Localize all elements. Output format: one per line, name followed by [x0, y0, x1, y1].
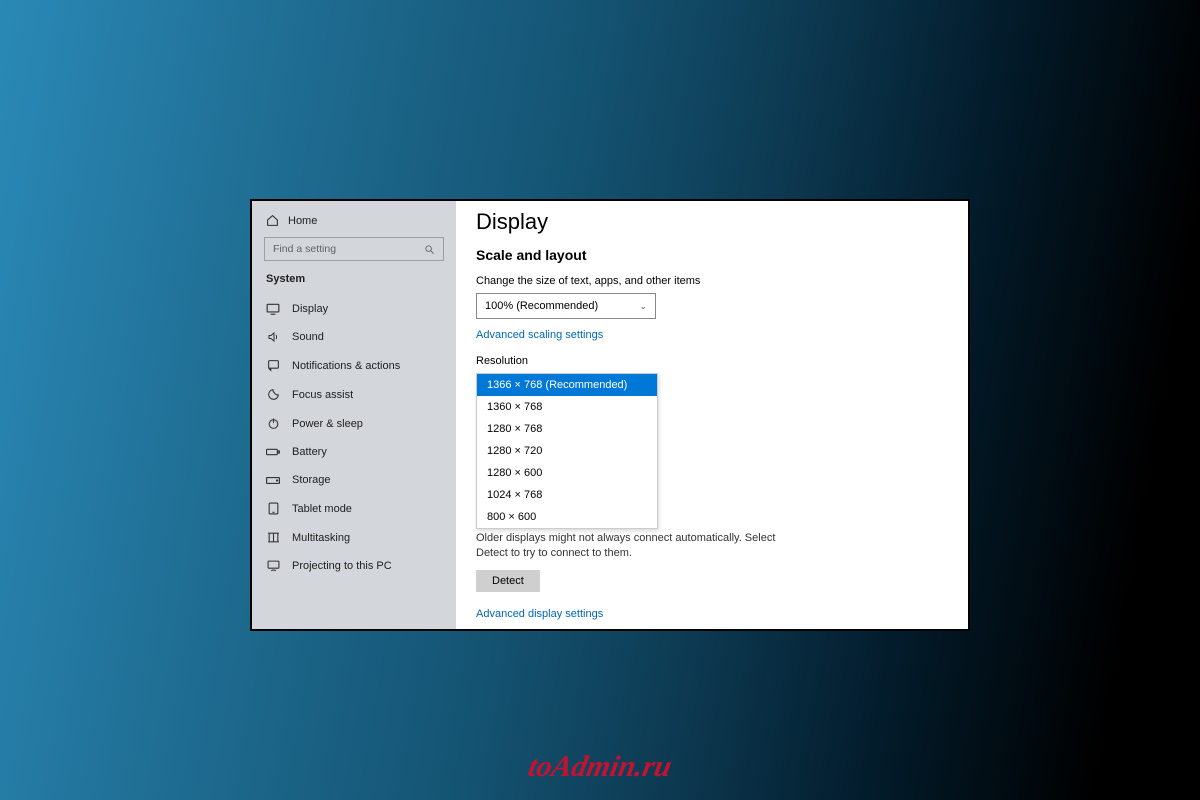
nav-list: Display Sound Notifications & actions Fo…: [252, 295, 456, 580]
sidebar-item-label: Notifications & actions: [292, 360, 400, 372]
sidebar-item-battery[interactable]: Battery: [252, 438, 456, 466]
multitask-icon: [266, 531, 280, 544]
resolution-option[interactable]: 1024 × 768: [477, 484, 657, 506]
storage-icon: [266, 476, 280, 485]
scale-value: 100% (Recommended): [485, 300, 598, 312]
display-icon: [266, 303, 280, 315]
sidebar-item-label: Focus assist: [292, 389, 353, 401]
watermark: toAdmin.ru: [525, 750, 675, 784]
battery-icon: [266, 447, 280, 457]
projecting-icon: [266, 560, 280, 572]
settings-window: Home Find a setting System Display Sound: [250, 199, 970, 631]
sidebar-item-label: Battery: [292, 446, 327, 458]
resolution-dropdown[interactable]: 1366 × 768 (Recommended) 1360 × 768 1280…: [476, 373, 658, 529]
sidebar-item-notifications[interactable]: Notifications & actions: [252, 351, 456, 380]
sidebar-item-storage[interactable]: Storage: [252, 466, 456, 494]
advanced-scaling-link[interactable]: Advanced scaling settings: [476, 329, 944, 341]
sidebar-item-label: Projecting to this PC: [292, 560, 392, 572]
section-subtitle: Scale and layout: [476, 247, 944, 263]
scale-label: Change the size of text, apps, and other…: [476, 275, 944, 287]
focus-icon: [266, 388, 280, 401]
sidebar-item-focus[interactable]: Focus assist: [252, 380, 456, 409]
chevron-down-icon: ⌄: [639, 301, 647, 312]
sidebar-item-display[interactable]: Display: [252, 295, 456, 323]
notifications-icon: [266, 359, 280, 372]
resolution-option[interactable]: 1366 × 768 (Recommended): [477, 374, 657, 396]
search-placeholder: Find a setting: [273, 243, 336, 255]
sidebar-item-label: Power & sleep: [292, 418, 363, 430]
sidebar-item-tablet[interactable]: Tablet mode: [252, 494, 456, 523]
resolution-option[interactable]: 800 × 600: [477, 506, 657, 528]
sound-icon: [266, 331, 280, 343]
sidebar-item-sound[interactable]: Sound: [252, 323, 456, 351]
search-icon: [424, 244, 435, 255]
sidebar-item-projecting[interactable]: Projecting to this PC: [252, 552, 456, 580]
detect-hint: Older displays might not always connect …: [476, 531, 776, 562]
section-label: System: [252, 271, 456, 295]
resolution-option[interactable]: 1280 × 600: [477, 462, 657, 484]
advanced-display-link[interactable]: Advanced display settings: [476, 608, 944, 620]
sidebar-item-label: Multitasking: [292, 532, 350, 544]
resolution-label: Resolution: [476, 355, 944, 367]
main-panel: Display Scale and layout Change the size…: [456, 201, 968, 629]
home-label: Home: [288, 215, 317, 227]
home-icon: [266, 214, 280, 227]
power-icon: [266, 417, 280, 430]
tablet-icon: [266, 502, 280, 515]
home-link[interactable]: Home: [252, 211, 456, 237]
sidebar-item-label: Display: [292, 303, 328, 315]
resolution-option[interactable]: 1360 × 768: [477, 396, 657, 418]
sidebar-item-multitask[interactable]: Multitasking: [252, 523, 456, 552]
sidebar-item-label: Tablet mode: [292, 503, 352, 515]
sidebar-item-label: Storage: [292, 474, 331, 486]
page-title: Display: [476, 209, 944, 235]
sidebar-item-power[interactable]: Power & sleep: [252, 409, 456, 438]
resolution-option[interactable]: 1280 × 720: [477, 440, 657, 462]
sidebar-item-label: Sound: [292, 331, 324, 343]
detect-button[interactable]: Detect: [476, 570, 540, 592]
scale-select[interactable]: 100% (Recommended) ⌄: [476, 293, 656, 319]
search-input[interactable]: Find a setting: [264, 237, 444, 261]
sidebar: Home Find a setting System Display Sound: [252, 201, 456, 629]
resolution-option[interactable]: 1280 × 768: [477, 418, 657, 440]
